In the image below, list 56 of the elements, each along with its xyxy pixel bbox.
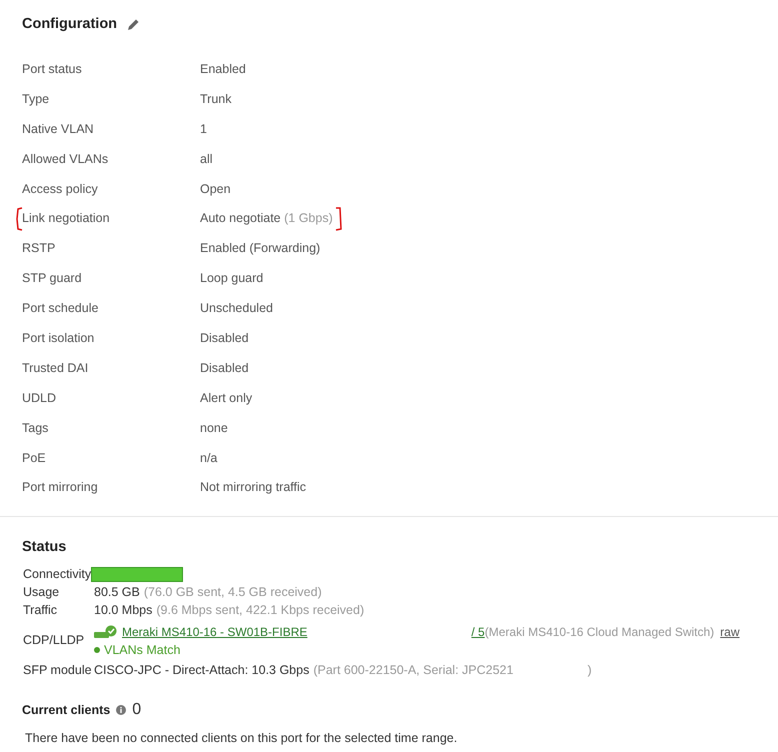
field-label: Tags — [22, 420, 48, 435]
field-value: none — [200, 420, 228, 435]
field-value: Disabled — [200, 360, 249, 375]
field-value: Open — [200, 182, 231, 196]
edit-icon[interactable] — [127, 18, 140, 30]
field-label: Port status — [22, 62, 82, 76]
field-value: Alert only — [200, 390, 252, 405]
field-detail: ) — [587, 662, 592, 680]
field-label: RSTP — [22, 241, 56, 256]
field-label: Port schedule — [22, 301, 98, 316]
field-label: Traffic — [23, 602, 58, 620]
field-label: Type — [22, 92, 50, 106]
section-title: Status — [22, 539, 66, 556]
raw-link[interactable]: raw — [720, 623, 740, 642]
field-label: Link negotiation — [22, 211, 110, 226]
field-label: Connectivity — [23, 566, 92, 584]
field-value: Enabled (Forwarding) — [200, 241, 320, 256]
field-label: Port isolation — [22, 330, 94, 345]
match-status: VLANs Match — [104, 642, 180, 660]
info-icon — [116, 705, 126, 716]
field-label: Trusted DAI — [22, 360, 88, 375]
field-value: all — [200, 152, 213, 166]
field-value: Loop guard — [200, 271, 264, 286]
field-label: SFP module — [23, 662, 93, 680]
port-link[interactable]: / 5 — [457, 623, 485, 642]
field-value: CISCO-JPC - Direct-Attach: 10.3 Gbps — [94, 662, 310, 680]
field-label: CDP/LLDP — [23, 632, 86, 650]
client-count: 0 — [132, 701, 142, 720]
field-label: STP guard — [22, 271, 82, 286]
status-dot — [94, 647, 100, 654]
field-detail: (76.0 GB sent, 4.5 GB received) — [144, 584, 322, 602]
section-title: Current clients — [22, 703, 110, 718]
field-label: Native VLAN — [22, 122, 94, 136]
section-title: Configuration — [22, 16, 118, 32]
empty-message: There have been no connected clients on this port for the selected time range. — [24, 731, 458, 746]
field-value: n/a — [200, 450, 218, 465]
field-label: Access policy — [22, 182, 98, 196]
field-label: PoE — [22, 450, 46, 465]
device-link[interactable]: Meraki MS410-16 - SW01B-FIBRE — [122, 623, 308, 642]
field-value: Disabled — [200, 330, 249, 345]
field-value: Auto negotiate (1 Gbps) — [200, 211, 333, 226]
field-value: 10.0 Mbps — [94, 602, 152, 620]
field-label: Usage — [23, 584, 60, 602]
field-label: UDLD — [22, 390, 56, 405]
field-value: Trunk — [200, 92, 232, 106]
field-label: Allowed VLANs — [22, 152, 108, 166]
field-value: Not mirroring traffic — [200, 480, 306, 494]
switch-check-icon — [94, 625, 118, 640]
field-value: Enabled — [200, 62, 246, 76]
field-value: 80.5 GB — [94, 584, 140, 602]
field-label: Port mirroring — [22, 480, 98, 494]
field-detail: (Part 600-22150-A, Serial: JPC2521 — [313, 662, 514, 680]
field-detail: (9.6 Mbps sent, 422.1 Kbps received) — [156, 602, 364, 620]
field-detail: (Meraki MS410-16 Cloud Managed Switch) — [484, 624, 714, 642]
field-value: Unscheduled — [200, 301, 273, 316]
field-value: 1 — [200, 122, 207, 136]
